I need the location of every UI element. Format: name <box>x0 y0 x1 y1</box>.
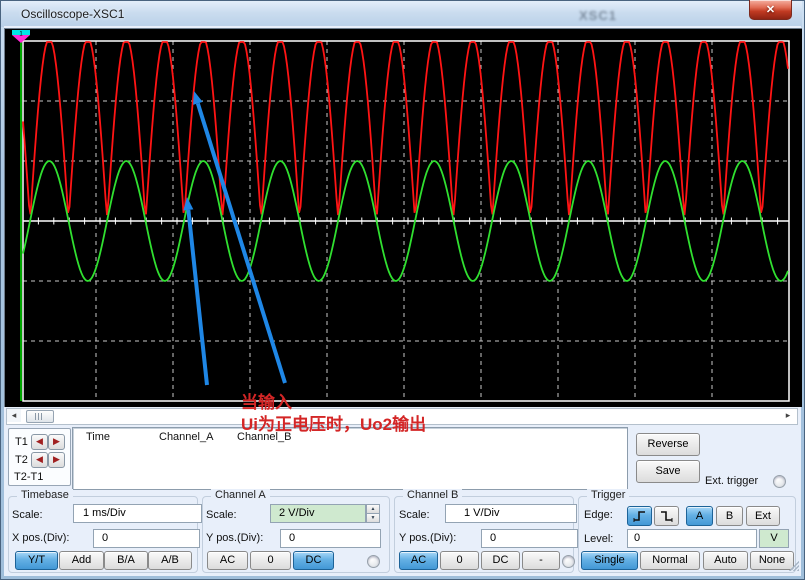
timebase-yt-button[interactable]: Y/T <box>15 551 58 570</box>
channel-a-zero-button[interactable]: 0 <box>250 551 291 570</box>
t2-left-button[interactable]: ◀ <box>31 452 48 468</box>
t2-right-button[interactable]: ▶ <box>48 452 65 468</box>
ext-trigger-radio[interactable] <box>773 475 786 488</box>
right-arrow-icon: ▶ <box>53 436 60 446</box>
channel-b-ypos-input[interactable]: 0 <box>481 529 578 548</box>
trigger-single-button[interactable]: Single <box>581 551 638 570</box>
scroll-thumb[interactable] <box>26 410 54 423</box>
t1-right-button[interactable]: ▶ <box>48 434 65 450</box>
t2-label: T2 <box>15 454 28 466</box>
trigger-edge-label: Edge: <box>584 509 613 521</box>
reverse-button[interactable]: Reverse <box>636 433 700 456</box>
scope-screen-svg: 1 <box>5 29 802 407</box>
t1-label: T1 <box>15 436 28 448</box>
rising-edge-icon <box>632 509 648 523</box>
channel-b-ypos-label: Y pos.(Div): <box>399 532 456 544</box>
left-arrow-icon: ◀ <box>36 436 43 446</box>
t2-t1-label: T2-T1 <box>14 471 43 483</box>
background-watermark: XSC1 <box>579 8 617 23</box>
channel-a-scale-label: Scale: <box>206 509 237 521</box>
resize-grip[interactable] <box>787 559 799 571</box>
scope-display: 1 <box>4 28 802 407</box>
trigger-normal-button[interactable]: Normal <box>640 551 700 570</box>
scroll-right-arrow-icon[interactable]: ▸ <box>781 409 795 422</box>
left-arrow-icon: ◀ <box>36 454 43 464</box>
oscilloscope-window: { "window": { "title": "Oscilloscope-XSC… <box>0 0 805 580</box>
channel-b-ac-button[interactable]: AC <box>399 551 438 570</box>
scroll-left-arrow-icon[interactable]: ◂ <box>7 409 21 422</box>
trigger-level-input[interactable]: 0 <box>627 529 757 548</box>
channel-b-minus-button[interactable]: - <box>522 551 560 570</box>
save-button[interactable]: Save <box>636 460 700 483</box>
timebase-ba-button[interactable]: B/A <box>104 551 148 570</box>
thumb-grip <box>35 413 44 420</box>
timebase-title: Timebase <box>17 489 73 501</box>
channel-a-title: Channel A <box>211 489 270 501</box>
right-arrow-icon: ▶ <box>53 454 60 464</box>
channel-b-zero-button[interactable]: 0 <box>440 551 479 570</box>
close-button[interactable]: ✕ <box>749 0 792 20</box>
timebase-xpos-label: X pos.(Div): <box>12 532 69 544</box>
readout-display: Time Channel_A Channel_B <box>72 427 628 490</box>
window-title: Oscilloscope-XSC1 <box>21 7 124 21</box>
trigger-ext-button[interactable]: Ext <box>746 506 780 526</box>
timebase-add-button[interactable]: Add <box>59 551 104 570</box>
trigger-auto-button[interactable]: Auto <box>703 551 748 570</box>
cursor-panel: T1 ◀ ▶ T2 ◀ ▶ T2-T1 <box>8 428 71 486</box>
close-icon: ✕ <box>766 4 775 16</box>
trigger-level-label: Level: <box>584 533 613 545</box>
annotation-text-line2: Ui为正电压时，Uo2输出 <box>241 410 426 435</box>
trigger-source-b-button[interactable]: B <box>716 506 743 526</box>
channel-a-radio[interactable] <box>367 555 380 568</box>
falling-edge-icon <box>659 509 675 523</box>
trigger-falling-edge-button[interactable] <box>654 506 679 526</box>
channel-a-dc-button[interactable]: DC <box>293 551 334 570</box>
channel-a-scale-spinner[interactable]: ▲ ▼ <box>366 504 380 523</box>
channel-b-scale-input[interactable]: 1 V/Div <box>445 504 577 523</box>
timebase-xpos-input[interactable]: 0 <box>93 529 200 548</box>
timebase-scale-input[interactable]: 1 ms/Div <box>73 504 202 523</box>
channel-a-ypos-input[interactable]: 0 <box>280 529 381 548</box>
channel-a-ac-button[interactable]: AC <box>207 551 248 570</box>
timebase-ab-button[interactable]: A/B <box>148 551 192 570</box>
trigger-level-unit: V <box>759 529 789 548</box>
trigger-source-a-button[interactable]: A <box>686 506 713 526</box>
trigger-title: Trigger <box>587 489 629 501</box>
spinner-down-icon[interactable]: ▼ <box>366 513 380 523</box>
t1-left-button[interactable]: ◀ <box>31 434 48 450</box>
readout-col-channel-a: Channel_A <box>159 431 213 443</box>
channel-b-title: Channel B <box>403 489 462 501</box>
title-bar[interactable]: Oscilloscope-XSC1 XSC1 <box>1 1 802 27</box>
timebase-scale-label: Scale: <box>12 509 43 521</box>
channel-b-radio[interactable] <box>562 555 575 568</box>
channel-b-scale-label: Scale: <box>399 509 430 521</box>
channel-a-ypos-label: Y pos.(Div): <box>206 532 263 544</box>
readout-col-time: Time <box>86 431 110 443</box>
channel-a-scale-input[interactable]: 2 V/Div <box>270 504 366 523</box>
trigger-rising-edge-button[interactable] <box>627 506 652 526</box>
channel-b-dc-button[interactable]: DC <box>481 551 520 570</box>
ext-trigger-label: Ext. trigger <box>705 475 758 487</box>
